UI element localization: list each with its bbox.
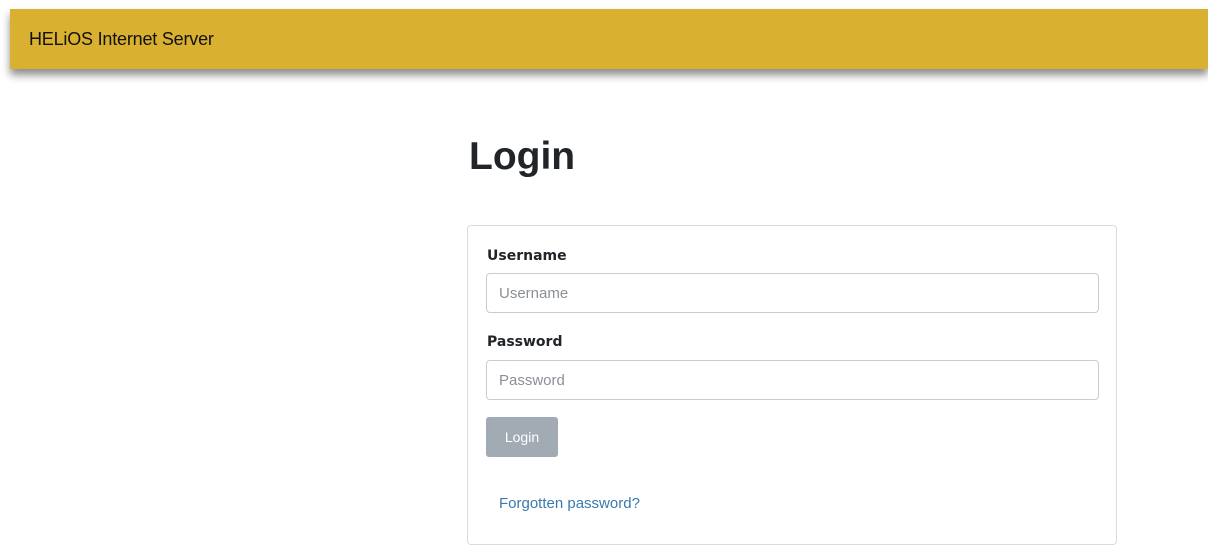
login-card: Username Password Login Forgotten passwo… — [467, 225, 1117, 545]
forgot-password-link[interactable]: Forgotten password? — [499, 495, 640, 512]
login-button[interactable]: Login — [486, 417, 558, 457]
username-label: Username — [487, 248, 567, 264]
username-input[interactable] — [486, 273, 1099, 313]
page-title: Login — [469, 135, 576, 178]
password-input[interactable] — [486, 360, 1099, 400]
top-navbar: HELiOS Internet Server — [10, 9, 1208, 69]
brand-title[interactable]: HELiOS Internet Server — [29, 29, 214, 50]
password-label: Password — [487, 334, 563, 350]
